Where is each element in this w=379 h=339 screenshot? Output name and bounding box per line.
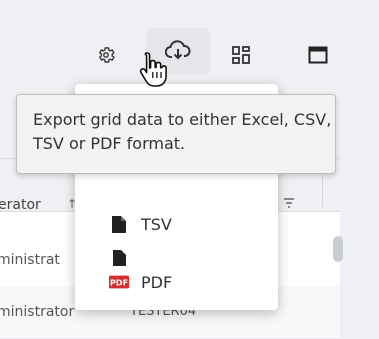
- cell-user: ministrator: [0, 304, 75, 320]
- menu-item-tsv[interactable]: TSV: [75, 200, 278, 248]
- fullscreen-button[interactable]: [298, 34, 338, 76]
- menu-item-label: TSV: [141, 214, 172, 234]
- column-layout-button[interactable]: [221, 34, 261, 76]
- file-icon: [109, 215, 129, 233]
- grid-view-icon: [232, 46, 250, 64]
- filter-icon[interactable]: [283, 198, 295, 208]
- vertical-scrollbar[interactable]: [333, 236, 343, 262]
- menu-item-pdf[interactable]: PDF PDF: [75, 258, 278, 306]
- column-header-operator[interactable]: erator: [0, 197, 41, 213]
- menu-item-label: PDF: [141, 272, 173, 292]
- cloud-download-icon: [165, 40, 191, 60]
- cell-user: ministrat: [0, 252, 60, 268]
- hand-pointer-icon: [139, 52, 167, 87]
- export-tooltip: Export grid data to either Excel, CSV, T…: [16, 94, 336, 174]
- settings-button[interactable]: [86, 34, 126, 76]
- svg-text:PDF: PDF: [110, 278, 128, 288]
- window-icon: [308, 46, 328, 64]
- tooltip-text: Export grid data to either Excel, CSV, T…: [33, 110, 332, 153]
- gear-icon: [98, 47, 115, 63]
- pdf-icon: PDF: [109, 275, 129, 289]
